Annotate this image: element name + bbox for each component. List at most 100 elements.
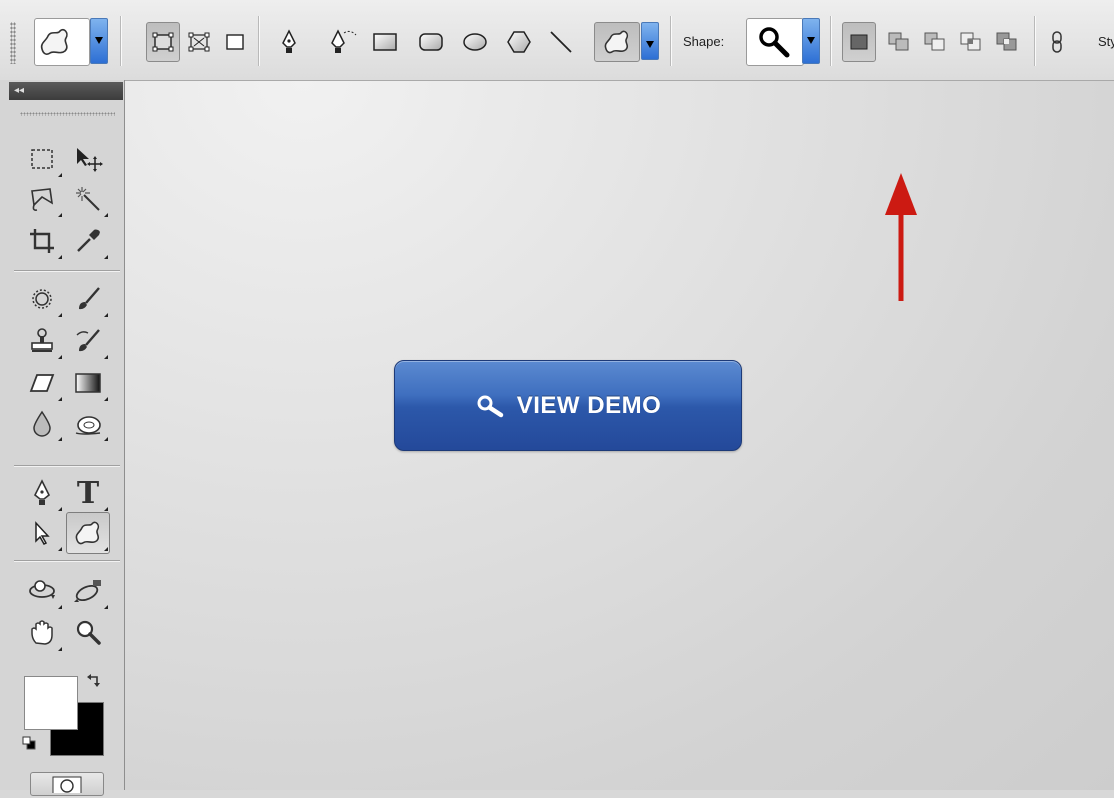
lasso-icon [31, 188, 54, 211]
subtract-icon [924, 32, 945, 51]
brush-icon [79, 287, 100, 310]
tools-divider [14, 465, 120, 466]
shape-picker-dropdown-arrow[interactable] [802, 18, 820, 64]
zoom-icon [76, 620, 101, 645]
collapse-panel-icon[interactable]: ◂◂ [14, 85, 24, 96]
view-demo-label: VIEW DEMO [516, 391, 662, 419]
eraser-icon [29, 374, 55, 392]
custom-shape-tool-button[interactable] [594, 22, 640, 62]
polygon-tool-button[interactable] [502, 22, 536, 62]
eyedropper-tool[interactable] [66, 220, 110, 262]
tool-preset-dropdown-arrow[interactable] [90, 18, 108, 64]
zoom-tool[interactable] [66, 612, 110, 654]
default-colors-icon[interactable] [22, 736, 36, 750]
history-brush-icon [76, 329, 100, 352]
annotation-arrow [885, 173, 917, 301]
paths-icon [188, 32, 210, 52]
intersect-icon [960, 32, 981, 51]
separator [670, 16, 671, 66]
blur-tool[interactable] [20, 402, 64, 444]
rounded-rectangle-icon [419, 33, 443, 51]
add-to-shape-button[interactable] [882, 22, 916, 62]
link-style-button[interactable] [1044, 22, 1070, 62]
shape-picker[interactable] [746, 18, 804, 66]
subtract-from-shape-button[interactable] [918, 22, 952, 62]
magnifier-icon [759, 27, 790, 58]
view-demo-button[interactable]: VIEW DEMO [394, 360, 742, 451]
quick-mask-button[interactable] [30, 772, 104, 796]
tools-panel-header[interactable]: ◂◂ [9, 82, 123, 100]
freeform-pen-button[interactable] [326, 22, 360, 62]
style-label: Sty [1098, 34, 1114, 49]
type-icon: T [76, 475, 100, 511]
separator [258, 16, 259, 66]
path-selection-icon [35, 521, 50, 545]
tool-preset-picker[interactable] [34, 18, 90, 66]
custom-shape-dropdown-arrow[interactable] [641, 22, 659, 60]
line-icon [550, 31, 572, 53]
swap-colors-icon[interactable] [86, 672, 102, 690]
healing-icon [32, 289, 52, 309]
shape-label: Shape: [683, 34, 725, 49]
exclude-icon [996, 32, 1017, 51]
options-bar: Shape: Sty [0, 0, 1114, 81]
clone-stamp-tool[interactable] [20, 320, 64, 362]
brush-tool[interactable] [66, 278, 110, 320]
new-shape-layer-button[interactable] [842, 22, 876, 62]
3d-rotate-tool[interactable] [20, 570, 64, 612]
options-bar-grip[interactable] [10, 22, 16, 64]
custom-shape-icon [40, 28, 68, 56]
pen-tool-button[interactable] [272, 22, 306, 62]
path-selection-tool[interactable] [20, 512, 64, 554]
separator [1034, 16, 1035, 66]
gradient-icon [75, 373, 101, 393]
fill-pixels-button[interactable] [218, 22, 252, 62]
tools-divider [14, 560, 120, 561]
custom-shape-icon [604, 30, 629, 54]
crop-tool[interactable] [20, 220, 64, 262]
separator [830, 16, 831, 66]
history-brush-tool[interactable] [66, 320, 110, 362]
healing-brush-tool[interactable] [20, 278, 64, 320]
3d-orbit-tool[interactable] [66, 570, 110, 612]
type-tool[interactable]: T [66, 472, 110, 514]
ellipse-tool-button[interactable] [458, 22, 492, 62]
exclude-overlap-button[interactable] [990, 22, 1024, 62]
dodge-icon [75, 416, 101, 435]
magnifier-icon [477, 395, 503, 417]
intersect-shape-button[interactable] [954, 22, 988, 62]
crop-icon [30, 229, 54, 253]
pen-tool[interactable] [20, 472, 64, 514]
3d-rotate-icon [29, 580, 55, 599]
shape-layers-button[interactable] [146, 22, 180, 62]
eyedropper-icon [77, 229, 100, 252]
marquee-icon [31, 149, 53, 169]
fill-pixels-icon [226, 34, 244, 50]
line-tool-button[interactable] [544, 22, 578, 62]
magic-wand-tool[interactable] [66, 178, 110, 220]
lasso-tool[interactable] [20, 178, 64, 220]
panel-drag-handle[interactable] [20, 112, 115, 116]
rounded-rectangle-tool-button[interactable] [414, 22, 448, 62]
dodge-tool[interactable] [66, 402, 110, 444]
foreground-color-swatch[interactable] [24, 676, 78, 730]
move-icon [77, 148, 103, 172]
gradient-tool[interactable] [66, 362, 110, 404]
3d-orbit-icon [74, 580, 101, 602]
move-tool[interactable] [66, 138, 110, 180]
eraser-tool[interactable] [20, 362, 64, 404]
paths-button[interactable] [182, 22, 216, 62]
magic-wand-icon [76, 187, 100, 211]
hand-icon [31, 620, 53, 645]
custom-shape-tool[interactable] [66, 512, 110, 554]
pen-icon [282, 29, 296, 53]
quick-mask-icon [52, 776, 82, 796]
document-canvas[interactable]: VIEW DEMO [125, 81, 1114, 790]
hand-tool[interactable] [20, 612, 64, 654]
rectangular-marquee-tool[interactable] [20, 138, 64, 180]
clone-stamp-icon [31, 328, 53, 352]
rectangle-tool-button[interactable] [368, 22, 402, 62]
link-icon [1052, 31, 1062, 53]
add-icon [888, 32, 909, 51]
tools-divider [14, 270, 120, 271]
